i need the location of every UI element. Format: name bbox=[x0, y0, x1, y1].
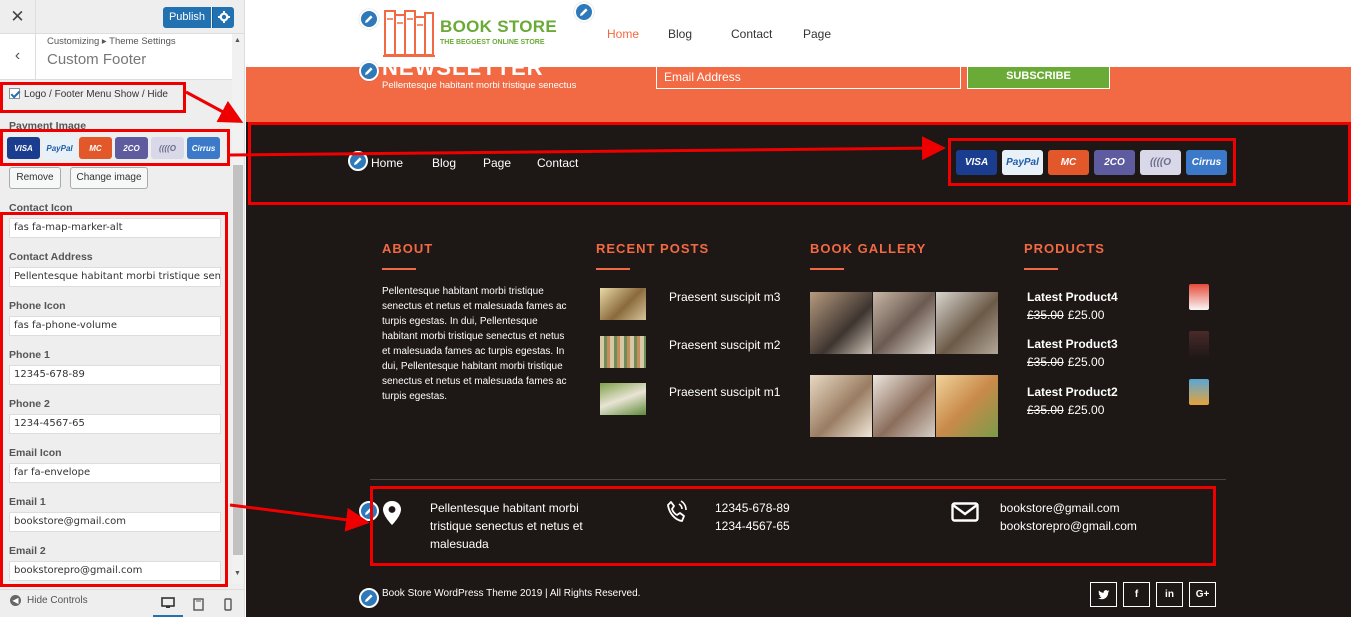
annotation-arrows bbox=[185, 90, 946, 532]
